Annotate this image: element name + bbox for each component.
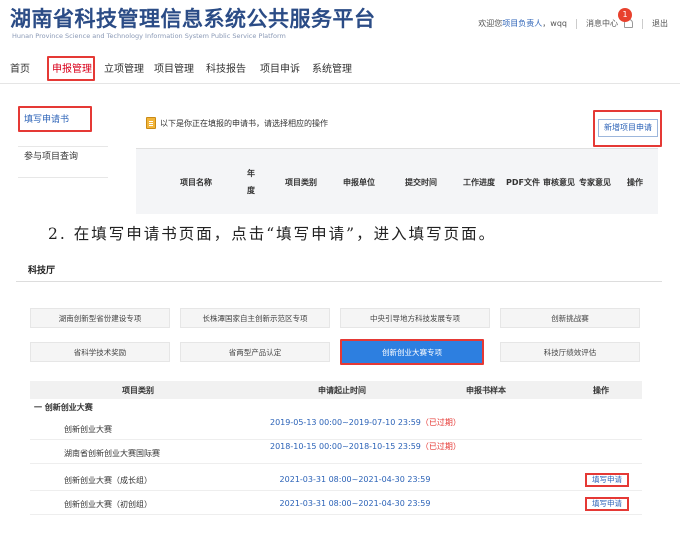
nav-tech-report[interactable]: 科技报告 [206,60,246,75]
username: ，wqq [542,19,567,28]
sidebar-highlight-box [18,106,92,132]
column-header: 年度 [247,169,255,195]
category-innovation-challenge[interactable]: 创新挑战赛 [500,308,640,328]
column-header: 项目名称 [180,177,212,187]
message-count-badge: 1 [618,8,632,22]
period-text: 2021-03-31 08:00~2021-04-30 23:59 [279,499,431,508]
nav-highlight-box [47,56,95,81]
table-header: 项目类别 申请起止时间 申报书样本 操作 [30,381,642,399]
message-center-label: 消息中心 [586,19,618,28]
new-button-highlight-box [593,110,662,147]
document-icon [146,117,156,129]
category-two-type-product[interactable]: 省两型产品认定 [180,342,330,362]
row-category-name: 创新创业大赛（成长组） [64,476,152,485]
row-period: 2021-03-31 08:00~2021-04-30 23:59 [270,475,440,485]
bureau-title: 科技厅 [28,266,56,276]
period-text: 2018-10-15 00:00~2018-10-15 23:59 [270,442,421,451]
welcome-text: 欢迎您 [478,19,503,28]
table-row: 创新创业大赛（成长组） 2021-03-31 08:00~2021-04-30 … [30,469,642,491]
column-header: 申报单位 [343,177,375,187]
fill-application-button[interactable]: 填写申请 [585,497,629,511]
page-header: 湖南省科技管理信息系统公共服务平台 Hunan Province Science… [0,0,680,52]
divider [16,281,662,282]
column-header: 专家意见 [579,177,611,187]
row-period: 2019-05-13 00:00~2019-07-10 23:59（已过期） [270,418,461,428]
logout-link[interactable]: 退出 [652,18,668,29]
group-row[interactable]: 一 创新创业大赛 [30,400,642,415]
nav-system-management[interactable]: 系统管理 [312,60,352,75]
row-period: 2018-10-15 00:00~2018-10-15 23:59（已过期） [270,442,461,452]
divider [576,18,577,29]
table-row: 创新创业大赛 2019-05-13 00:00~2019-07-10 23:59… [30,418,642,440]
row-category-name: 创新创业大赛 [64,425,112,434]
nav-home[interactable]: 首页 [10,60,30,75]
column-header: 操作 [593,386,609,395]
nav-project-approval[interactable]: 立项管理 [104,60,144,75]
row-category-name: 创新创业大赛（初创组） [64,500,152,509]
category-science-award[interactable]: 省科学技术奖励 [30,342,170,362]
period-text: 2021-03-31 08:00~2021-04-30 23:59 [279,475,431,484]
period-text: 2019-05-13 00:00~2019-07-10 23:59 [270,418,421,427]
divider [642,18,643,29]
user-role-link[interactable]: 项目负责人 [502,18,542,29]
sidebar-item-participation-query[interactable]: 参与项目查询 [18,146,108,178]
column-header: 提交时间 [405,177,437,187]
category-performance-eval[interactable]: 科技厅绩效评估 [500,342,640,362]
category-cztz-demo-zone[interactable]: 长株潭国家自主创新示范区专项 [180,308,330,328]
nav-project-management[interactable]: 项目管理 [154,60,194,75]
instruction-text: 2. 在填写申请书页面，点击“填写申请”，进入填写页面。 [48,225,497,243]
nav-project-appeal[interactable]: 项目申诉 [260,60,300,75]
category-highlight-box [340,339,484,365]
info-bar: 以下是你正在填报的申请书，请选择相应的操作 [146,117,328,129]
row-period: 2021-03-31 08:00~2021-04-30 23:59 [270,499,440,509]
column-header: PDF文件 [506,177,540,187]
column-header: 申请起止时间 [318,386,366,395]
main-nav: 首页 申报管理 立项管理 项目管理 科技报告 项目申诉 系统管理 [0,52,680,84]
column-header: 申报书样本 [466,386,506,395]
user-area: 欢迎您 项目负责人 ，wqq 消息中心 1 退出 [478,8,668,29]
expired-status: （已过期） [420,418,461,427]
category-innovative-province[interactable]: 湖南创新型省份建设专项 [30,308,170,328]
info-text: 以下是你正在填报的申请书，请选择相应的操作 [160,118,328,128]
table-row: 创新创业大赛（初创组） 2021-03-31 08:00~2021-04-30 … [30,493,642,515]
table-row: 湖南省创新创业大赛国际赛 2018-10-15 00:00~2018-10-15… [30,442,642,464]
category-central-guidance[interactable]: 中央引导地方科技发展专项 [340,308,490,328]
column-header: 操作 [627,177,643,187]
application-table-header: 项目名称 年度 项目类别 申报单位 提交时间 工作进度 PDF文件 审核意见 专… [136,148,658,214]
row-category-name: 湖南省创新创业大赛国际赛 [64,449,160,458]
site-subtitle: Hunan Province Science and Technology In… [12,32,286,40]
site-title: 湖南省科技管理信息系统公共服务平台 [10,7,376,31]
expired-status: （已过期） [420,442,461,451]
column-header: 项目类别 [122,386,154,395]
fill-application-button[interactable]: 填写申请 [585,473,629,487]
message-center-link[interactable]: 消息中心 1 [586,8,633,29]
column-header: 工作进度 [463,177,495,187]
column-header: 审核意见 [543,177,575,187]
column-header: 项目类别 [285,177,317,187]
